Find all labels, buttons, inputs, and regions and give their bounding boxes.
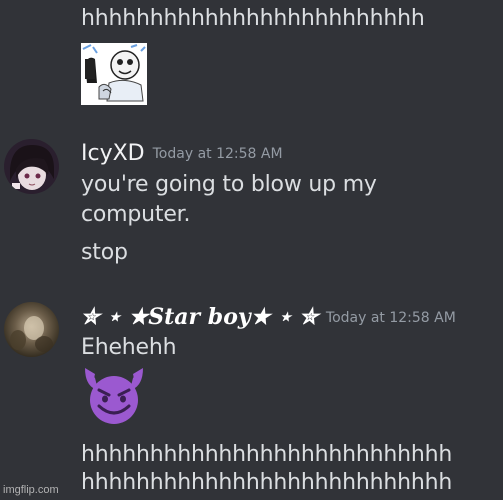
timestamp-icyxd: Today at 12:58 AM xyxy=(152,146,283,162)
message-text-icy-2: computer. xyxy=(81,202,191,227)
message-text-icy-3: stop xyxy=(81,240,128,265)
message-header-icyxd: IcyXD Today at 12:58 AM xyxy=(81,140,283,168)
message-text-star-3: hhhhhhhhhhhhhhhhhhhhhhhhhhh xyxy=(81,470,453,495)
blurry-avatar-icon[interactable] xyxy=(4,302,59,357)
username-icyxd[interactable]: IcyXD xyxy=(81,141,145,166)
username-starboy[interactable]: ✮ ⋆ ★Star boy★ ⋆ ✮ xyxy=(81,304,318,330)
imgflip-watermark: imgflip.com xyxy=(3,484,59,496)
anime-avatar-icon[interactable] xyxy=(4,139,59,194)
meme-sticker-icon[interactable] xyxy=(81,43,147,105)
smiling-imp-emoji-icon xyxy=(81,366,147,426)
message-text-icy-1: you're going to blow up my xyxy=(81,172,377,197)
message-header-starboy: ✮ ⋆ ★Star boy★ ⋆ ✮ Today at 12:58 AM xyxy=(81,303,456,331)
timestamp-starboy: Today at 12:58 AM xyxy=(325,310,456,326)
message-text-star-2: hhhhhhhhhhhhhhhhhhhhhhhhhhh xyxy=(81,442,453,467)
chat-message-list: hhhhhhhhhhhhhhhhhhhhhhhhh IcyXD Today at… xyxy=(0,0,503,500)
message-text-top: hhhhhhhhhhhhhhhhhhhhhhhhh xyxy=(81,6,425,31)
message-text-star-1: Ehehehh xyxy=(81,335,177,360)
